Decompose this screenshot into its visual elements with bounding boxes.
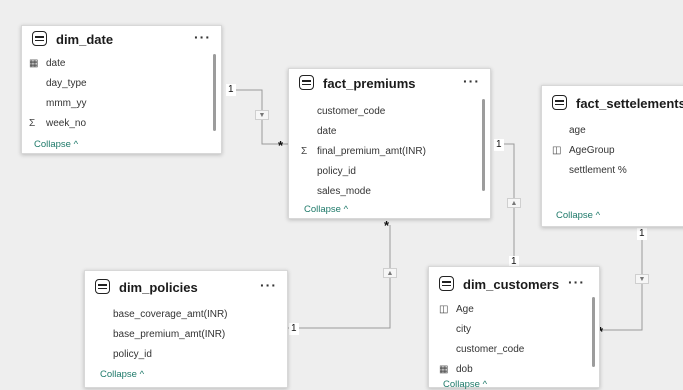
- cardinality-many-premiums-policies: *: [384, 218, 390, 233]
- field-label: policy_id: [317, 165, 356, 177]
- field-row[interactable]: Σ week_no: [22, 113, 221, 133]
- table-icon: [439, 276, 454, 291]
- field-row[interactable]: ◫ AgeGroup: [542, 140, 683, 160]
- field-row[interactable]: date: [289, 121, 490, 141]
- table-header[interactable]: dim_date ···: [22, 26, 221, 52]
- table-header[interactable]: fact_premiums ···: [289, 70, 490, 96]
- field-row[interactable]: sales_mode: [289, 181, 490, 201]
- field-label: day_type: [46, 77, 87, 89]
- table-card-dim-policies[interactable]: dim_policies ··· base_coverage_amt(INR) …: [84, 270, 288, 388]
- table-icon: [552, 95, 567, 110]
- field-row[interactable]: customer_code: [289, 101, 490, 121]
- field-label: week_no: [46, 117, 87, 129]
- scrollbar[interactable]: [482, 99, 485, 191]
- field-label: date: [317, 125, 337, 137]
- collapse-link[interactable]: Collapse ^: [34, 139, 78, 150]
- field-row[interactable]: policy_id: [289, 161, 490, 181]
- field-label: settlement %: [569, 164, 627, 176]
- calendar-icon: ▦: [29, 57, 39, 69]
- group-icon: ◫: [439, 303, 449, 315]
- collapse-link[interactable]: Collapse ^: [443, 379, 487, 390]
- field-row[interactable]: age: [542, 120, 683, 140]
- field-label: policy_id: [113, 348, 152, 360]
- field-label: city: [456, 323, 471, 335]
- field-label: base_coverage_amt(INR): [113, 308, 228, 320]
- group-icon: ◫: [552, 144, 562, 156]
- table-header[interactable]: dim_customers ···: [429, 271, 599, 297]
- more-options-icon[interactable]: ···: [260, 277, 277, 293]
- more-options-icon[interactable]: ···: [568, 274, 585, 290]
- calendar-icon: ▦: [439, 363, 449, 375]
- field-label: date: [46, 57, 66, 69]
- field-row[interactable]: base_coverage_amt(INR): [85, 304, 287, 324]
- cardinality-one-policies: 1: [289, 323, 299, 335]
- table-icon: [299, 75, 314, 90]
- field-label: sales_mode: [317, 185, 371, 197]
- filter-direction-arrow-customers[interactable]: ▲: [507, 198, 521, 208]
- field-label: dob: [456, 363, 473, 375]
- table-card-dim-date[interactable]: dim_date ··· ▦ date day_type mmm_yy Σ we…: [21, 25, 222, 154]
- field-label: AgeGroup: [569, 144, 615, 156]
- field-label: base_premium_amt(INR): [113, 328, 226, 340]
- collapse-link[interactable]: Collapse ^: [304, 204, 348, 215]
- sigma-icon: Σ: [301, 145, 308, 157]
- field-row[interactable]: ▦ dob: [429, 359, 599, 379]
- table-card-fact-premiums[interactable]: fact_premiums ··· customer_code date Σ f…: [288, 68, 491, 219]
- table-title: dim_policies: [119, 279, 198, 295]
- cardinality-one-settlements: 1: [637, 228, 647, 240]
- field-row[interactable]: Σ final_premium_amt(INR): [289, 141, 490, 161]
- field-row[interactable]: policy_id: [85, 344, 287, 364]
- field-label: Age: [456, 303, 474, 315]
- field-row[interactable]: ◫ Age: [429, 299, 599, 319]
- field-label: mmm_yy: [46, 97, 87, 109]
- filter-direction-arrow-date[interactable]: ▼: [255, 110, 269, 120]
- table-icon: [95, 279, 110, 294]
- table-card-fact-settelements[interactable]: fact_settelements age ◫ AgeGroup settlem…: [541, 85, 683, 227]
- table-title: dim_date: [56, 31, 114, 47]
- scrollbar[interactable]: [592, 297, 595, 367]
- field-label: age: [569, 124, 586, 136]
- field-row[interactable]: base_premium_amt(INR): [85, 324, 287, 344]
- table-icon: [32, 31, 47, 46]
- more-options-icon[interactable]: ···: [194, 29, 211, 45]
- relationship-line-policies: [288, 225, 391, 329]
- more-options-icon[interactable]: ···: [463, 73, 480, 89]
- collapse-link[interactable]: Collapse ^: [100, 369, 144, 380]
- cardinality-one-premiums: 1: [494, 139, 504, 151]
- table-header[interactable]: fact_settelements: [542, 90, 683, 116]
- cardinality-one-date: 1: [226, 84, 236, 96]
- table-title: dim_customers: [463, 276, 560, 292]
- filter-direction-arrow-policies[interactable]: ▲: [383, 268, 397, 278]
- sigma-icon: Σ: [29, 117, 36, 129]
- field-row[interactable]: settlement %: [542, 160, 683, 180]
- field-label: final_premium_amt(INR): [317, 145, 426, 157]
- scrollbar[interactable]: [213, 54, 216, 131]
- table-header[interactable]: dim_policies ···: [85, 274, 287, 300]
- table-card-dim-customers[interactable]: dim_customers ··· ◫ Age city customer_co…: [428, 266, 600, 390]
- collapse-link[interactable]: Collapse ^: [556, 210, 600, 221]
- field-row[interactable]: mmm_yy: [22, 93, 221, 113]
- field-row[interactable]: city: [429, 319, 599, 339]
- field-label: customer_code: [317, 105, 386, 117]
- cardinality-many-premiums-date: *: [278, 138, 284, 153]
- field-row[interactable]: day_type: [22, 73, 221, 93]
- table-title: fact_settelements: [576, 95, 683, 111]
- field-row[interactable]: customer_code: [429, 339, 599, 359]
- field-row[interactable]: ▦ date: [22, 53, 221, 73]
- filter-direction-arrow-settlements[interactable]: ▼: [635, 274, 649, 284]
- field-label: customer_code: [456, 343, 525, 355]
- table-title: fact_premiums: [323, 75, 416, 91]
